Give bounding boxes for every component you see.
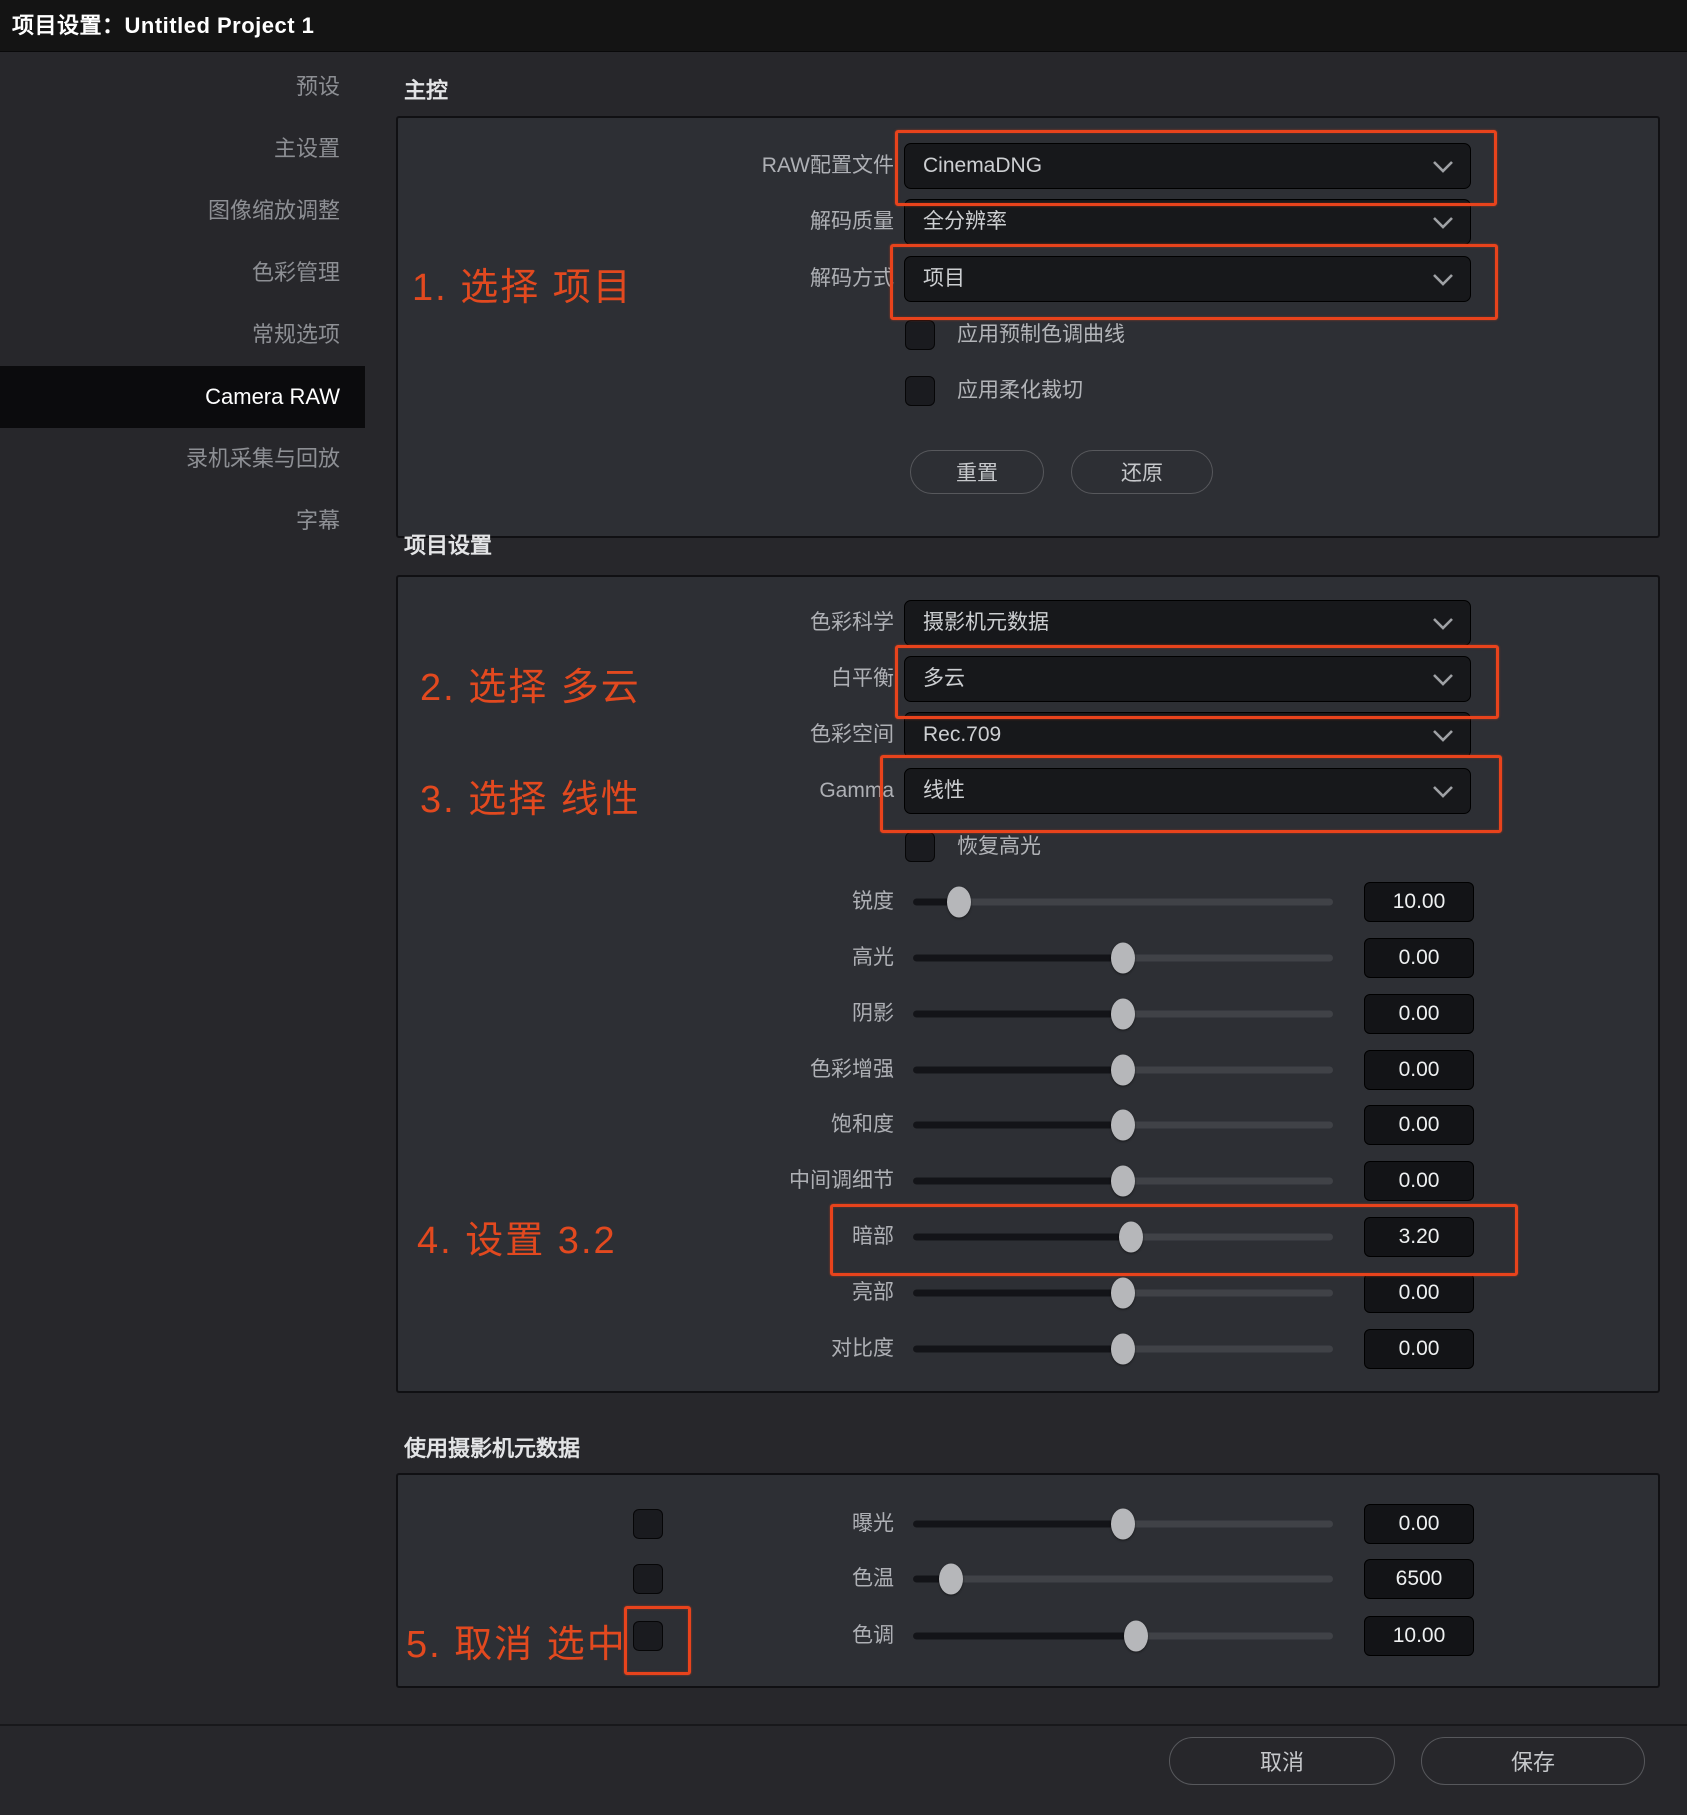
slider-thumb[interactable]: [1111, 1278, 1135, 1309]
slider-thumb[interactable]: [1111, 1166, 1135, 1197]
slider-thumb[interactable]: [1111, 999, 1135, 1030]
apply-pre-tone-curve-label: 应用预制色调曲线: [957, 320, 1125, 350]
color-temp-label: 色温: [398, 1559, 894, 1599]
sidebar-item-capture-play[interactable]: 录机采集与回放: [0, 428, 365, 490]
settings-sidebar: 预设 主设置 图像缩放调整 色彩管理 常规选项 Camera RAW 录机采集与…: [0, 52, 365, 1815]
shadows-value[interactable]: 0.00: [1364, 994, 1474, 1034]
tint-value[interactable]: 10.00: [1364, 1616, 1474, 1656]
highlight-recovery-label: 恢复高光: [957, 832, 1041, 862]
color-science-dropdown[interactable]: 摄影机元数据: [904, 600, 1471, 646]
sidebar-item-image-scaling[interactable]: 图像缩放调整: [0, 180, 365, 242]
sidebar-item-camera-raw[interactable]: Camera RAW: [0, 366, 365, 428]
chevron-down-icon: [1432, 273, 1454, 286]
chevron-down-icon: [1432, 673, 1454, 686]
gain-value[interactable]: 0.00: [1364, 1273, 1474, 1313]
slider-thumb[interactable]: [1111, 1110, 1135, 1141]
color-space-dropdown[interactable]: Rec.709: [904, 712, 1471, 758]
gain-slider[interactable]: [913, 1273, 1333, 1313]
tint-label: 色调: [398, 1616, 894, 1656]
slider-thumb[interactable]: [947, 887, 971, 918]
highlights-label: 高光: [398, 938, 894, 978]
color-boost-label: 色彩增强: [398, 1050, 894, 1090]
exposure-slider[interactable]: [913, 1504, 1333, 1544]
footer-divider: [0, 1724, 1687, 1726]
sharpness-label: 锐度: [398, 882, 894, 922]
midtone-detail-slider[interactable]: [913, 1161, 1333, 1201]
sidebar-item-presets[interactable]: 预设: [0, 56, 365, 118]
contrast-slider[interactable]: [913, 1329, 1333, 1369]
lift-value[interactable]: 3.20: [1364, 1217, 1474, 1257]
decode-quality-label: 解码质量: [398, 199, 894, 245]
lift-slider[interactable]: [913, 1217, 1333, 1257]
color-temp-slider[interactable]: [913, 1559, 1333, 1599]
slider-thumb[interactable]: [1111, 1509, 1135, 1540]
highlights-value[interactable]: 0.00: [1364, 938, 1474, 978]
revert-button[interactable]: 还原: [1071, 450, 1213, 494]
slider-thumb[interactable]: [1111, 943, 1135, 974]
color-boost-slider[interactable]: [913, 1050, 1333, 1090]
save-button[interactable]: 保存: [1421, 1737, 1645, 1785]
sharpness-value[interactable]: 10.00: [1364, 882, 1474, 922]
apply-pre-tone-curve-checkbox[interactable]: [905, 320, 935, 350]
sharpness-slider[interactable]: [913, 882, 1333, 922]
tint-slider[interactable]: [913, 1616, 1333, 1656]
gamma-dropdown[interactable]: 线性: [904, 768, 1471, 814]
clip-panel: 色彩科学 摄影机元数据 白平衡 多云 色彩空间 Rec.709: [396, 575, 1660, 1393]
midtone-detail-label: 中间调细节: [398, 1161, 894, 1201]
saturation-slider[interactable]: [913, 1105, 1333, 1145]
slider-thumb[interactable]: [1111, 1055, 1135, 1086]
sidebar-item-color-mgmt[interactable]: 色彩管理: [0, 242, 365, 304]
gain-label: 亮部: [398, 1273, 894, 1313]
highlight-recovery-checkbox[interactable]: [905, 832, 935, 862]
slider-thumb[interactable]: [1111, 1334, 1135, 1365]
master-section-header: 主控: [404, 73, 448, 105]
color-temp-value[interactable]: 6500: [1364, 1559, 1474, 1599]
slider-thumb[interactable]: [1124, 1621, 1148, 1652]
color-science-label: 色彩科学: [398, 600, 894, 646]
master-panel: RAW配置文件 CinemaDNG 解码质量 全分辨率 解码方式 项目: [396, 116, 1660, 538]
contrast-value[interactable]: 0.00: [1364, 1329, 1474, 1369]
dialog-title: 项目设置：Untitled Project 1: [0, 0, 1687, 52]
metadata-section-header: 使用摄影机元数据: [404, 1431, 580, 1463]
white-balance-dropdown[interactable]: 多云: [904, 656, 1471, 702]
highlights-slider[interactable]: [913, 938, 1333, 978]
apply-soft-clip-checkbox[interactable]: [905, 376, 935, 406]
cancel-button[interactable]: 取消: [1169, 1737, 1395, 1785]
chevron-down-icon: [1432, 160, 1454, 173]
decode-using-dropdown[interactable]: 项目: [904, 256, 1471, 302]
contrast-label: 对比度: [398, 1329, 894, 1369]
exposure-value[interactable]: 0.00: [1364, 1504, 1474, 1544]
saturation-label: 饱和度: [398, 1105, 894, 1145]
metadata-panel: 曝光 0.00 色温 6500 色调: [396, 1473, 1660, 1688]
decode-using-label: 解码方式: [398, 256, 894, 302]
color-space-label: 色彩空间: [398, 712, 894, 758]
clip-section-header: 项目设置: [404, 528, 492, 560]
chevron-down-icon: [1432, 729, 1454, 742]
lift-label: 暗部: [398, 1217, 894, 1257]
white-balance-label: 白平衡: [398, 656, 894, 702]
reset-button[interactable]: 重置: [910, 450, 1044, 494]
saturation-value[interactable]: 0.00: [1364, 1105, 1474, 1145]
chevron-down-icon: [1432, 216, 1454, 229]
raw-profile-dropdown[interactable]: CinemaDNG: [904, 143, 1471, 189]
raw-profile-label: RAW配置文件: [398, 143, 894, 189]
sidebar-item-subtitles[interactable]: 字幕: [0, 490, 365, 552]
shadows-slider[interactable]: [913, 994, 1333, 1034]
gamma-label: Gamma: [398, 768, 894, 814]
chevron-down-icon: [1432, 617, 1454, 630]
decode-quality-dropdown[interactable]: 全分辨率: [904, 199, 1471, 245]
project-settings-dialog: 项目设置：Untitled Project 1 预设 主设置 图像缩放调整 色彩…: [0, 0, 1687, 1815]
slider-thumb[interactable]: [1119, 1222, 1143, 1253]
sidebar-item-master[interactable]: 主设置: [0, 118, 365, 180]
color-boost-value[interactable]: 0.00: [1364, 1050, 1474, 1090]
apply-soft-clip-label: 应用柔化裁切: [957, 376, 1083, 406]
sidebar-item-general[interactable]: 常规选项: [0, 304, 365, 366]
exposure-label: 曝光: [398, 1504, 894, 1544]
slider-thumb[interactable]: [939, 1564, 963, 1595]
shadows-label: 阴影: [398, 994, 894, 1034]
midtone-detail-value[interactable]: 0.00: [1364, 1161, 1474, 1201]
chevron-down-icon: [1432, 785, 1454, 798]
